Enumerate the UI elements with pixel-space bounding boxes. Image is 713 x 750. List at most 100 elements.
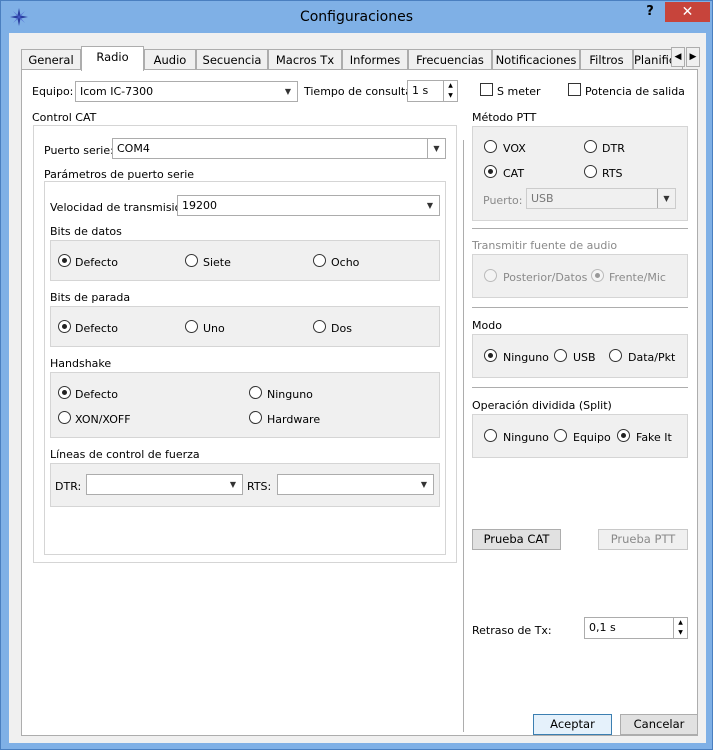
split-equipo-radio[interactable] <box>554 429 567 442</box>
radio-tab-page: Equipo: Icom IC-7300 ▼ Tiempo de consult… <box>21 69 698 736</box>
audio-frente-label: Frente/Mic <box>609 271 666 284</box>
audio-posterior-radio[interactable] <box>484 269 497 282</box>
title-bar[interactable]: Configuraciones ? ✕ <box>1 1 712 33</box>
close-button[interactable]: ✕ <box>665 2 710 22</box>
retraso-value: 0,1 s <box>589 621 616 634</box>
tab-secuencia[interactable]: Secuencia <box>196 49 268 70</box>
ptt-dtr-label: DTR <box>602 142 625 155</box>
spin-up-icon[interactable]: ▲ <box>674 618 687 628</box>
column-separator <box>463 140 464 732</box>
ptt-rts-radio[interactable] <box>584 165 597 178</box>
puerto-serie-combo[interactable]: COM4 ▼ <box>112 138 446 159</box>
puerto-serie-value: COM4 <box>117 142 150 155</box>
equipo-value: Icom IC-7300 <box>80 85 154 98</box>
cancelar-button[interactable]: Cancelar <box>620 714 698 735</box>
retraso-label: Retraso de Tx: <box>472 624 552 637</box>
velocidad-combo[interactable]: 19200 ▼ <box>177 195 440 216</box>
audio-frente-radio[interactable] <box>591 269 604 282</box>
bits-datos-siete-label: Siete <box>203 256 231 269</box>
prueba-cat-button[interactable]: Prueba CAT <box>472 529 561 550</box>
ptt-title: Método PTT <box>472 111 537 124</box>
handshake-ninguno-radio[interactable] <box>249 386 262 399</box>
equipo-label: Equipo: <box>32 85 74 98</box>
help-button[interactable]: ? <box>637 4 663 24</box>
split-fakeit-label: Fake It <box>636 431 672 444</box>
separator <box>472 307 688 308</box>
tab-scroll-left-icon[interactable]: ◀ <box>671 47 685 67</box>
dialog-client: General Radio Audio Secuencia Macros Tx … <box>9 33 706 743</box>
modo-datapkt-radio[interactable] <box>609 349 622 362</box>
rts-label: RTS: <box>247 480 272 493</box>
tab-scroll-right-icon[interactable]: ▶ <box>686 47 700 67</box>
bits-parada-defecto-label: Defecto <box>75 322 118 335</box>
ptt-vox-radio[interactable] <box>484 140 497 153</box>
tab-frecuencias[interactable]: Frecuencias <box>408 49 492 70</box>
tab-filtros[interactable]: Filtros <box>580 49 633 70</box>
separator <box>472 228 688 229</box>
bits-parada-uno-radio[interactable] <box>185 320 198 333</box>
bits-parada-defecto-radio[interactable] <box>58 320 71 333</box>
split-title: Operación dividida (Split) <box>472 399 612 412</box>
modo-usb-label: USB <box>573 351 596 364</box>
bits-datos-defecto-label: Defecto <box>75 256 118 269</box>
retraso-spinbox[interactable]: 0,1 s ▲ ▼ <box>584 617 688 639</box>
aceptar-button[interactable]: Aceptar <box>533 714 612 735</box>
split-fakeit-radio[interactable] <box>617 429 630 442</box>
tab-radio[interactable]: Radio <box>81 46 144 71</box>
handshake-group <box>50 372 440 438</box>
params-title: Parámetros de puerto serie <box>44 168 195 181</box>
dtr-label: DTR: <box>55 480 82 493</box>
modo-datapkt-label: Data/Pkt <box>628 351 676 364</box>
bits-parada-dos-radio[interactable] <box>313 320 326 333</box>
bits-datos-siete-radio[interactable] <box>185 254 198 267</box>
bits-datos-title: Bits de datos <box>50 225 122 238</box>
puerto-serie-label: Puerto serie: <box>44 144 114 157</box>
tiempo-spinbox[interactable]: 1 s ▲ ▼ <box>407 80 458 102</box>
ptt-dtr-radio[interactable] <box>584 140 597 153</box>
equipo-combo[interactable]: Icom IC-7300 ▼ <box>75 81 298 102</box>
spin-up-icon[interactable]: ▲ <box>444 81 457 91</box>
spin-down-icon[interactable]: ▼ <box>444 91 457 101</box>
ptt-vox-label: VOX <box>503 142 526 155</box>
spin-buttons[interactable]: ▲ ▼ <box>443 81 457 101</box>
ptt-puerto-value: USB <box>531 192 554 205</box>
spin-down-icon[interactable]: ▼ <box>674 628 687 638</box>
tab-macros-tx[interactable]: Macros Tx <box>268 49 342 70</box>
modo-title: Modo <box>472 319 502 332</box>
ptt-cat-radio[interactable] <box>484 165 497 178</box>
dtr-combo[interactable]: ▼ <box>86 474 243 495</box>
window-title: Configuraciones <box>299 9 414 25</box>
audio-title: Transmitir fuente de audio <box>472 239 618 252</box>
velocidad-value: 19200 <box>182 199 217 212</box>
rts-combo[interactable]: ▼ <box>277 474 434 495</box>
tab-notificaciones[interactable]: Notificaciones <box>492 49 580 70</box>
handshake-title: Handshake <box>50 357 112 370</box>
tab-general[interactable]: General <box>21 49 81 70</box>
modo-ninguno-label: Ninguno <box>503 351 549 364</box>
prueba-ptt-button[interactable]: Prueba PTT <box>598 529 688 550</box>
handshake-xonxoff-radio[interactable] <box>58 411 71 424</box>
bits-datos-defecto-radio[interactable] <box>58 254 71 267</box>
spin-buttons[interactable]: ▲ ▼ <box>673 618 687 638</box>
handshake-defecto-radio[interactable] <box>58 386 71 399</box>
modo-ninguno-radio[interactable] <box>484 349 497 362</box>
chevron-down-icon[interactable]: ▼ <box>427 139 445 158</box>
chevron-down-icon: ▼ <box>657 189 675 208</box>
velocidad-label: Velocidad de transmisión: <box>50 201 193 214</box>
bits-datos-ocho-radio[interactable] <box>313 254 326 267</box>
handshake-hardware-radio[interactable] <box>249 411 262 424</box>
split-ninguno-label: Ninguno <box>503 431 549 444</box>
tab-bar: General Radio Audio Secuencia Macros Tx … <box>21 46 709 71</box>
tab-audio[interactable]: Audio <box>144 49 196 70</box>
ptt-puerto-combo[interactable]: USB ▼ <box>526 188 676 209</box>
audio-posterior-label: Posterior/Datos <box>503 271 588 284</box>
split-ninguno-radio[interactable] <box>484 429 497 442</box>
potencia-checkbox[interactable] <box>568 83 581 96</box>
chevron-down-icon: ▼ <box>426 201 434 210</box>
bits-datos-ocho-label: Ocho <box>331 256 360 269</box>
smeter-label: S meter <box>497 85 541 98</box>
settings-window: Configuraciones ? ✕ General Radio Audio … <box>0 0 713 750</box>
modo-usb-radio[interactable] <box>554 349 567 362</box>
tab-informes[interactable]: Informes <box>342 49 408 70</box>
smeter-checkbox[interactable] <box>480 83 493 96</box>
